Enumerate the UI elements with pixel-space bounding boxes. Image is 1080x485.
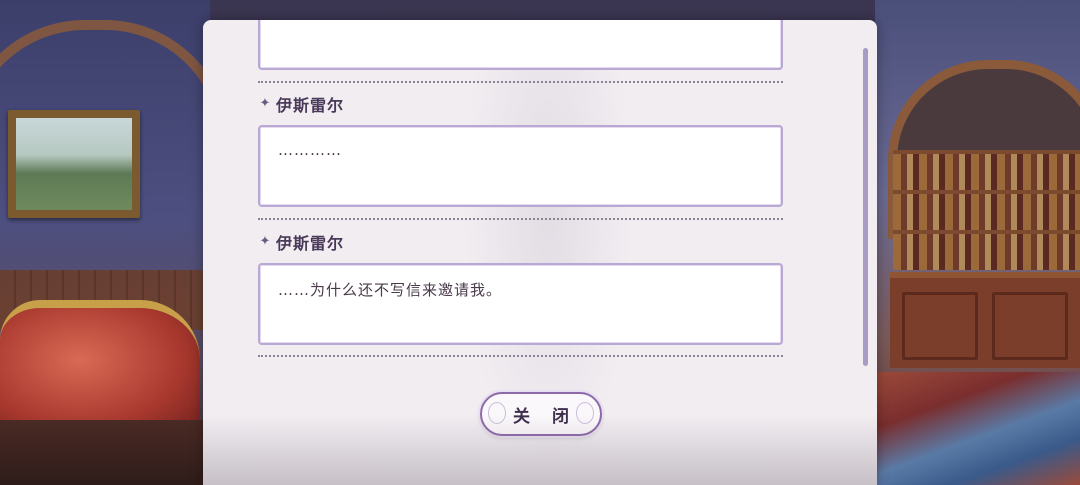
dialog-log-panel: ✦ 伊斯雷尔 ………… ✦ 伊斯雷尔 ……为什么还不写信来邀请我。 关 闭 (203, 20, 877, 485)
log-text-box: ……为什么还不写信来邀请我。 (258, 263, 783, 345)
entry-divider (258, 218, 783, 220)
log-text: ……为什么还不写信来邀请我。 (278, 281, 503, 299)
log-text-box (258, 20, 783, 70)
game-scene: ✦ 伊斯雷尔 ………… ✦ 伊斯雷尔 ……为什么还不写信来邀请我。 关 闭 (0, 0, 1080, 485)
background-cabinet (890, 272, 1080, 368)
speaker-row: ✦ 伊斯雷尔 (258, 232, 345, 253)
background-bookshelf (893, 150, 1080, 270)
four-point-star-icon: ✦ (259, 234, 271, 249)
background-floor (0, 420, 210, 485)
entry-divider (258, 81, 783, 83)
speaker-name: 伊斯雷尔 (276, 96, 345, 115)
background-rug (875, 372, 1080, 485)
background-painting (8, 110, 140, 218)
log-text-box: ………… (258, 125, 783, 207)
entry-divider (258, 355, 783, 357)
four-point-star-icon: ✦ (259, 96, 271, 111)
speaker-name: 伊斯雷尔 (276, 234, 345, 253)
background-sofa (0, 300, 200, 438)
panel-bottom-fade (203, 415, 877, 485)
scrollbar[interactable] (863, 48, 868, 366)
speaker-row: ✦ 伊斯雷尔 (258, 94, 345, 115)
log-text: ………… (278, 141, 342, 159)
